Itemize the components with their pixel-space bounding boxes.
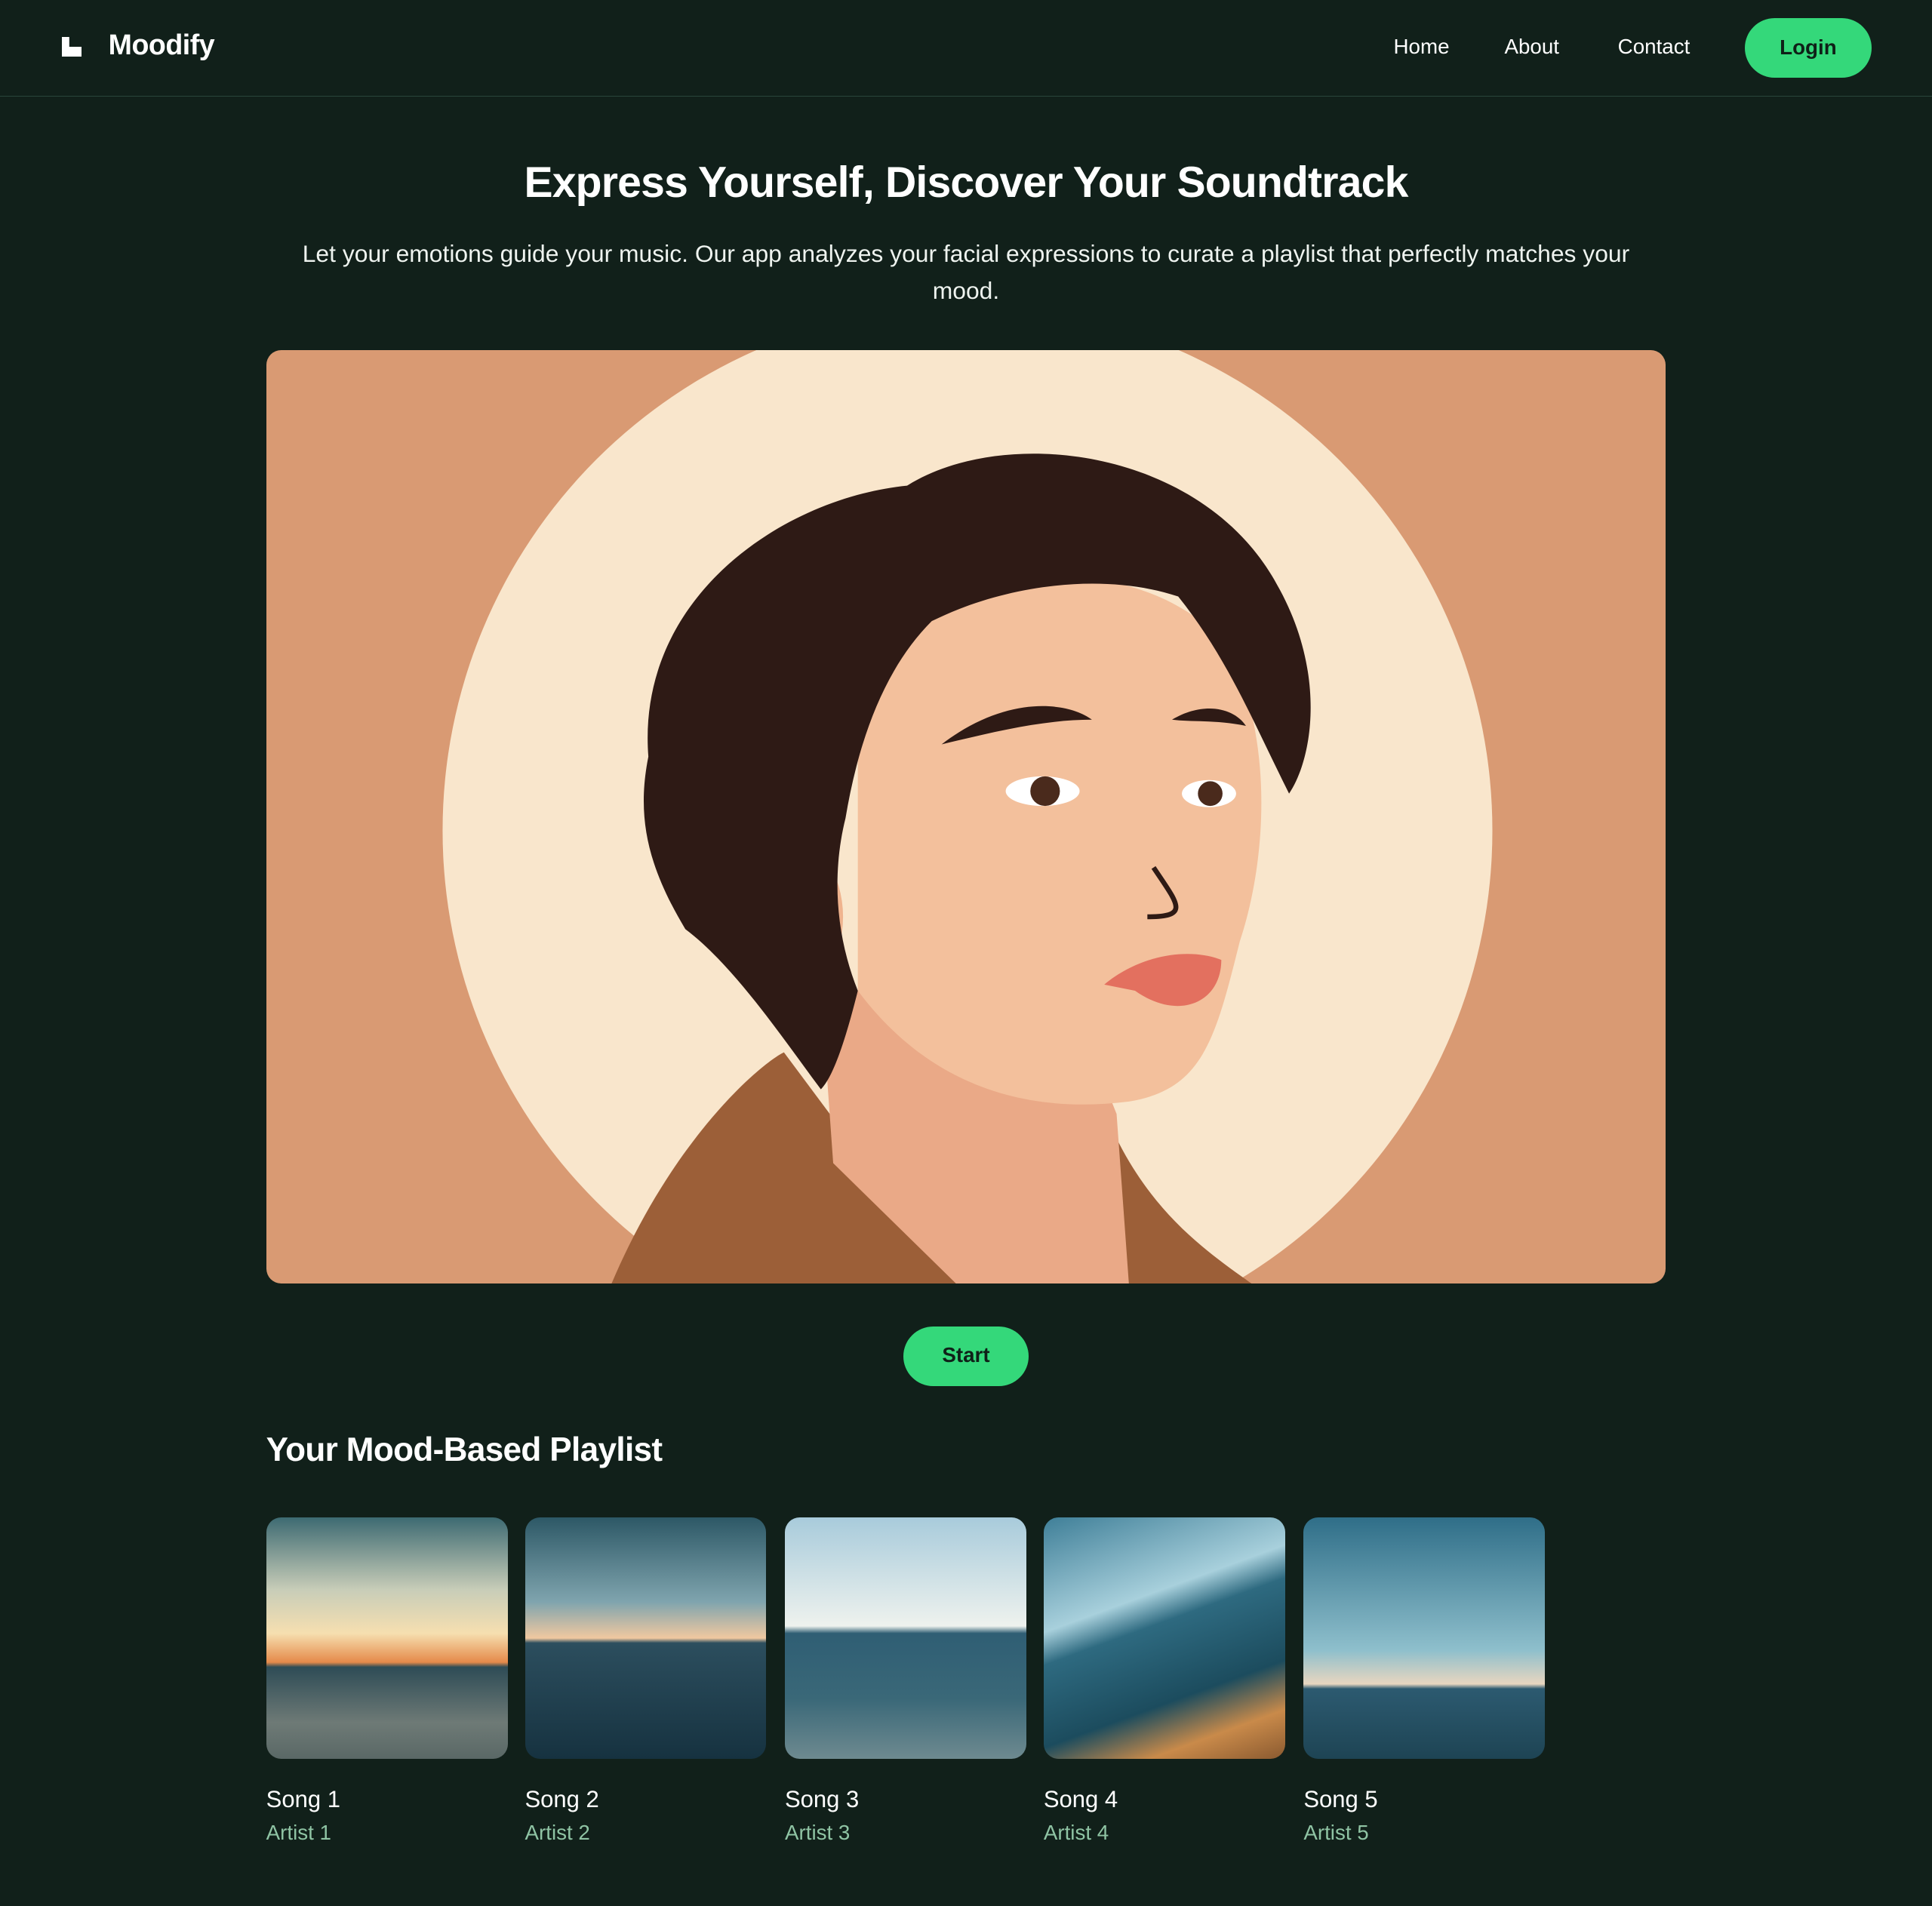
artist-name: Artist 2	[525, 1821, 590, 1845]
playlist-card[interactable]: Song 2 Artist 2	[525, 1517, 767, 1844]
top-nav: Moodify Home About Contact Login	[0, 0, 1932, 97]
playlist-heading: Your Mood-Based Playlist	[266, 1431, 663, 1469]
hero-subtitle: Let your emotions guide your music. Our …	[302, 239, 1630, 304]
start-button[interactable]: Start	[903, 1327, 1029, 1386]
nav-about[interactable]: About	[1504, 35, 1559, 59]
stair-step-logo-icon[interactable]	[61, 36, 82, 57]
playlist-card[interactable]: Song 5 Artist 5	[1303, 1517, 1546, 1844]
brand-name[interactable]: Moodify	[109, 29, 215, 61]
song-title: Song 3	[784, 1786, 860, 1813]
artist-name: Artist 3	[784, 1821, 851, 1845]
album-cover	[525, 1517, 767, 1760]
artist-name: Artist 4	[1043, 1821, 1109, 1845]
album-cover	[1303, 1517, 1546, 1760]
login-button[interactable]: Login	[1744, 18, 1872, 78]
page: Moodify Home About Contact Login Express…	[0, 0, 1932, 1906]
album-cover	[1043, 1517, 1285, 1760]
song-title: Song 2	[525, 1786, 599, 1813]
hero-illustration	[266, 349, 1666, 1284]
playlist-card[interactable]: Song 1 Artist 1	[266, 1517, 508, 1844]
nav-contact[interactable]: Contact	[1618, 35, 1690, 59]
song-title: Song 4	[1043, 1786, 1118, 1813]
nav-home[interactable]: Home	[1394, 35, 1450, 59]
album-cover	[266, 1517, 508, 1760]
album-cover	[784, 1517, 1026, 1760]
artist-name: Artist 5	[1303, 1821, 1369, 1845]
artist-name: Artist 1	[266, 1821, 331, 1845]
playlist-card[interactable]: Song 3 Artist 3	[784, 1517, 1026, 1844]
hero-title: Express Yourself, Discover Your Soundtra…	[524, 158, 1408, 207]
song-title: Song 5	[1303, 1786, 1378, 1813]
playlist-card[interactable]: Song 4 Artist 4	[1043, 1517, 1285, 1844]
song-title: Song 1	[266, 1786, 340, 1813]
